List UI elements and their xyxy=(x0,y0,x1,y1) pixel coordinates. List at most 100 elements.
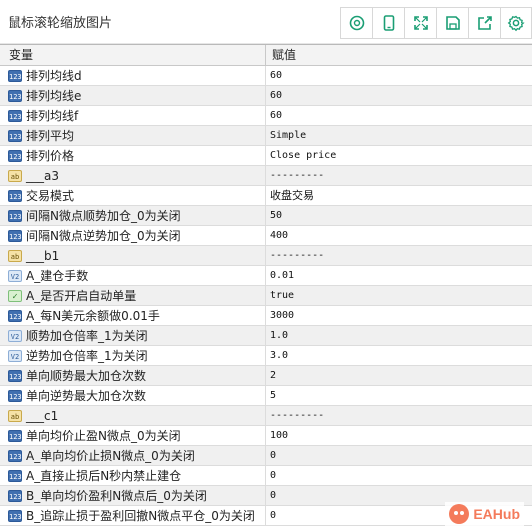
watermark: EAHub xyxy=(445,502,524,526)
value-cell[interactable]: 60 xyxy=(266,106,532,125)
variable-cell[interactable]: 123 间隔N微点顺势加仓_0为关闭 xyxy=(0,206,266,225)
variable-cell[interactable]: ✓ A_是否开启自动单量 xyxy=(0,286,266,305)
settings-icon xyxy=(507,15,525,32)
value-cell[interactable]: 5 xyxy=(266,386,532,405)
table-row[interactable]: 123 A_每N美元余额做0.01手 3000 xyxy=(0,306,532,326)
variable-cell[interactable]: V2 顺势加仓倍率_1为关闭 xyxy=(0,326,266,345)
variable-cell[interactable]: 123 A_每N美元余额做0.01手 xyxy=(0,306,266,325)
table-row[interactable]: 123 单向顺势最大加仓次数 2 xyxy=(0,366,532,386)
value-cell[interactable]: --------- xyxy=(266,166,532,185)
value-cell[interactable]: --------- xyxy=(266,246,532,265)
value-cell[interactable]: 50 xyxy=(266,206,532,225)
variable-cell[interactable]: ab ___c1 xyxy=(0,406,266,425)
value-cell[interactable]: 0.01 xyxy=(266,266,532,285)
variable-name: 交易模式 xyxy=(26,189,75,203)
value-cell[interactable]: 400 xyxy=(266,226,532,245)
table-row[interactable]: ab ___c1 --------- xyxy=(0,406,532,426)
phone-button[interactable] xyxy=(372,7,404,39)
variable-name: A_每N美元余额做0.01手 xyxy=(26,309,160,323)
variable-cell[interactable]: 123 间隔N微点逆势加仓_0为关闭 xyxy=(0,226,266,245)
share-button[interactable] xyxy=(468,7,500,39)
table-row[interactable]: ✓ A_是否开启自动单量 true xyxy=(0,286,532,306)
variable-name: A_单向均价止损N微点_0为关闭 xyxy=(26,449,195,463)
variable-cell[interactable]: 123 单向顺势最大加仓次数 xyxy=(0,366,266,385)
value-cell[interactable]: 100 xyxy=(266,426,532,445)
variable-cell[interactable]: 123 交易模式 xyxy=(0,186,266,205)
table-row[interactable]: 123 排列均线e 60 xyxy=(0,86,532,106)
integer-type-icon: 123 xyxy=(8,389,22,402)
value-column-header[interactable]: 赋值 xyxy=(266,45,532,65)
variable-cell[interactable]: 123 单向均价止盈N微点_0为关闭 xyxy=(0,426,266,445)
variable-cell[interactable]: 123 排列平均 xyxy=(0,126,266,145)
value-cell[interactable]: Simple xyxy=(266,126,532,145)
integer-type-icon: 123 xyxy=(8,189,22,202)
integer-type-icon: 123 xyxy=(8,129,22,142)
variable-name: A_建仓手数 xyxy=(26,269,89,283)
share-icon xyxy=(477,16,492,30)
integer-type-icon: 123 xyxy=(8,309,22,322)
table-row[interactable]: 123 间隔N微点顺势加仓_0为关闭 50 xyxy=(0,206,532,226)
integer-type-icon: 123 xyxy=(8,429,22,442)
table-row[interactable]: ab ___a3 --------- xyxy=(0,166,532,186)
save-icon xyxy=(445,16,460,30)
value-cell[interactable]: 1.0 xyxy=(266,326,532,345)
variable-name: 排列均线d xyxy=(26,69,82,83)
variable-cell[interactable]: 123 排列均线f xyxy=(0,106,266,125)
value-cell[interactable]: 2 xyxy=(266,366,532,385)
table-row[interactable]: 123 单向均价止盈N微点_0为关闭 100 xyxy=(0,426,532,446)
variable-cell[interactable]: 123 B_追踪止损于盈利回撤N微点平仓_0为关闭 xyxy=(0,506,266,525)
variable-name: B_追踪止损于盈利回撤N微点平仓_0为关闭 xyxy=(26,509,255,523)
value-cell[interactable]: Close price xyxy=(266,146,532,165)
parameters-table: 变量 赋值 123 排列均线d 60 123 排列均线e 60 123 排列均线f 60 123 排… xyxy=(0,44,532,526)
variable-cell[interactable]: 123 排列价格 xyxy=(0,146,266,165)
settings-button[interactable] xyxy=(500,7,532,39)
value-cell[interactable]: 3.0 xyxy=(266,346,532,365)
variable-column-header[interactable]: 变量 xyxy=(0,45,266,65)
table-row[interactable]: 123 排列均线f 60 xyxy=(0,106,532,126)
double-type-icon: V2 xyxy=(8,329,22,342)
value-cell[interactable]: --------- xyxy=(266,406,532,425)
variable-cell[interactable]: V2 A_建仓手数 xyxy=(0,266,266,285)
value-cell[interactable]: 收盘交易 xyxy=(266,186,532,205)
table-row[interactable]: 123 排列价格 Close price xyxy=(0,146,532,166)
variable-name: ___c1 xyxy=(26,408,59,423)
value-cell[interactable]: 0 xyxy=(266,466,532,485)
variable-cell[interactable]: 123 排列均线e xyxy=(0,86,266,105)
variable-cell[interactable]: 123 A_单向均价止损N微点_0为关闭 xyxy=(0,446,266,465)
table-row[interactable]: 123 A_直接止损后N秒内禁止建仓 0 xyxy=(0,466,532,486)
value-cell[interactable]: 3000 xyxy=(266,306,532,325)
value-cell[interactable]: 60 xyxy=(266,66,532,85)
variable-cell[interactable]: ab ___b1 xyxy=(0,246,266,265)
variable-cell[interactable]: 123 排列均线d xyxy=(0,66,266,85)
zoom-search-button[interactable] xyxy=(340,7,372,39)
table-row[interactable]: 123 单向逆势最大加仓次数 5 xyxy=(0,386,532,406)
toolbar xyxy=(340,7,532,39)
variable-cell[interactable]: 123 A_直接止损后N秒内禁止建仓 xyxy=(0,466,266,485)
value-cell[interactable]: true xyxy=(266,286,532,305)
variable-name: ___a3 xyxy=(26,168,59,183)
variable-name: 排列平均 xyxy=(26,129,75,143)
variable-name: 排列均线e xyxy=(26,89,82,103)
value-cell[interactable]: 0 xyxy=(266,446,532,465)
integer-type-icon: 123 xyxy=(8,109,22,122)
eahub-logo-icon xyxy=(449,504,470,524)
table-row[interactable]: V2 逆势加仓倍率_1为关闭 3.0 xyxy=(0,346,532,366)
table-row[interactable]: V2 顺势加仓倍率_1为关闭 1.0 xyxy=(0,326,532,346)
variable-cell[interactable]: V2 逆势加仓倍率_1为关闭 xyxy=(0,346,266,365)
save-button[interactable] xyxy=(436,7,468,39)
table-row[interactable]: 123 A_单向均价止损N微点_0为关闭 0 xyxy=(0,446,532,466)
variable-cell[interactable]: 123 B_单向均价盈利N微点后_0为关闭 xyxy=(0,486,266,505)
value-cell[interactable]: 60 xyxy=(266,86,532,105)
integer-type-icon: 123 xyxy=(8,449,22,462)
variable-cell[interactable]: ab ___a3 xyxy=(0,166,266,185)
expand-button[interactable] xyxy=(404,7,436,39)
table-row[interactable]: 123 排列平均 Simple xyxy=(0,126,532,146)
table-row[interactable]: 123 交易模式 收盘交易 xyxy=(0,186,532,206)
table-row[interactable]: 123 排列均线d 60 xyxy=(0,66,532,86)
table-row[interactable]: ab ___b1 --------- xyxy=(0,246,532,266)
variable-name: 单向逆势最大加仓次数 xyxy=(26,389,147,403)
table-row[interactable]: V2 A_建仓手数 0.01 xyxy=(0,266,532,286)
variable-cell[interactable]: 123 单向逆势最大加仓次数 xyxy=(0,386,266,405)
table-row[interactable]: 123 间隔N微点逆势加仓_0为关闭 400 xyxy=(0,226,532,246)
integer-type-icon: 123 xyxy=(8,489,22,502)
